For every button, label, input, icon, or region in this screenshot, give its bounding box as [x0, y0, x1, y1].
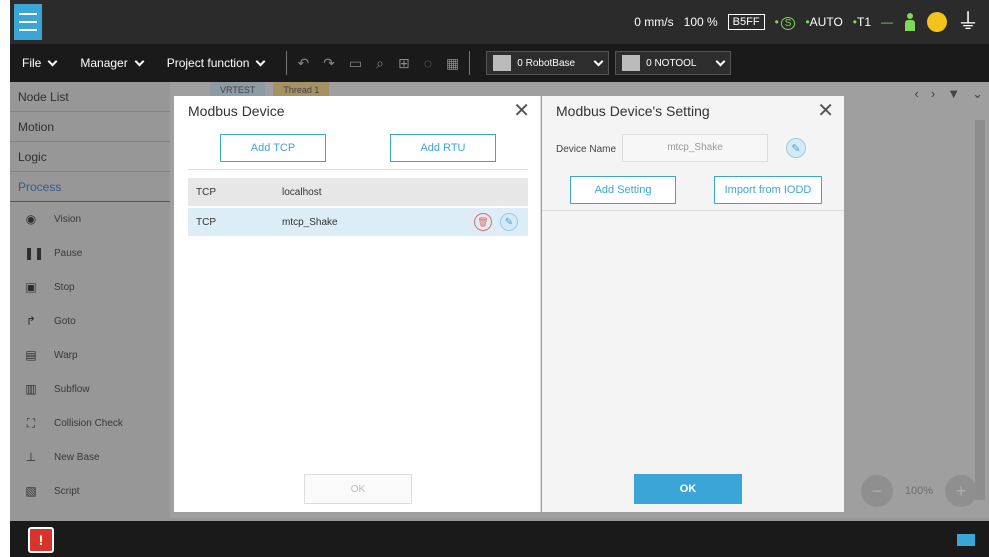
chevron-down-icon	[134, 56, 145, 66]
tool-icon	[622, 55, 641, 71]
undo-icon[interactable]: ↶	[297, 55, 309, 72]
chevron-down-icon	[47, 56, 58, 66]
modbus-device-title-bar: Modbus Device ✕	[174, 96, 540, 126]
mode-level-label: T1	[856, 15, 871, 29]
hamburger-line-icon	[19, 13, 37, 15]
chevron-down-icon	[255, 56, 266, 66]
menu-divider	[469, 51, 471, 75]
safety-status: • S	[775, 15, 796, 30]
chevron-down-icon	[593, 56, 604, 66]
power-plug-icon[interactable]: ⏚	[957, 7, 979, 37]
device-type: TCP	[196, 186, 216, 198]
divider	[188, 169, 528, 170]
chevron-down-icon	[715, 56, 725, 66]
delete-icon[interactable]: 🗑	[474, 213, 492, 231]
device-row[interactable]: TCP localhost	[188, 178, 528, 206]
divider	[542, 210, 844, 211]
dialog-title: Modbus Device	[188, 103, 285, 119]
hamburger-menu-button[interactable]	[14, 4, 42, 40]
ok-button-disabled[interactable]: OK	[304, 474, 412, 504]
add-tcp-button[interactable]: Add TCP	[220, 134, 326, 162]
menu-bar: File Manager Project function ↶ ↷ ▭ ⌕ ⊞ …	[10, 44, 989, 82]
speed-readout: 0 mm/s	[634, 15, 674, 29]
user-status-icon[interactable]	[903, 13, 917, 31]
menu-divider	[286, 51, 288, 75]
project-function-label: Project function	[166, 56, 250, 70]
grid-icon[interactable]: ▦	[446, 55, 459, 72]
mode-indicator: •AUTO	[805, 15, 842, 29]
alert-icon[interactable]: !	[28, 527, 54, 553]
file-menu[interactable]: File	[10, 56, 68, 70]
edit-pencil-icon[interactable]: ✎	[786, 138, 806, 158]
device-type: TCP	[196, 216, 216, 228]
outer-frame: 0 mm/s 100 % B5FF • S •AUTO •T1 — ⏚ File …	[0, 0, 989, 557]
ok-button[interactable]: OK	[634, 474, 742, 504]
search-icon[interactable]: ⌕	[376, 55, 384, 72]
manager-menu-label: Manager	[80, 56, 128, 70]
project-function-menu[interactable]: Project function	[155, 56, 277, 70]
manager-menu[interactable]: Manager	[68, 56, 154, 70]
close-icon[interactable]: ✕	[817, 101, 834, 121]
close-icon[interactable]: ✕	[513, 101, 530, 121]
tool-select-value: 0 NOTOOL	[646, 57, 697, 69]
status-code-badge: B5FF	[727, 14, 765, 30]
add-rtu-button[interactable]: Add RTU	[390, 134, 496, 162]
device-row-selected[interactable]: TCP mtcp_Shake 🗑 ✎	[188, 208, 528, 236]
add-setting-button[interactable]: Add Setting	[570, 176, 676, 204]
modbus-setting-dialog: Modbus Device's Setting ✕ Device Name mt…	[542, 96, 844, 512]
base-select-value: 0 RobotBase	[517, 57, 576, 69]
clear-icon[interactable]: ▭	[349, 55, 362, 72]
connection-line-icon: —	[881, 15, 893, 29]
base-icon	[493, 55, 512, 71]
status-indicators: 0 mm/s 100 % B5FF • S •AUTO •T1 — ⏚	[634, 0, 979, 44]
base-select[interactable]: 0 RobotBase	[486, 51, 610, 75]
setting-title-bar: Modbus Device's Setting ✕	[542, 96, 844, 126]
status-bar: 0 mm/s 100 % B5FF • S •AUTO •T1 — ⏚	[10, 0, 989, 44]
toolbar-icons: ↶ ↷ ▭ ⌕ ⊞ ◌ ▦	[297, 55, 459, 72]
dialog-title: Modbus Device's Setting	[556, 103, 710, 119]
add-node-icon[interactable]: ⊞	[398, 55, 410, 72]
robot-status-light-icon[interactable]	[927, 12, 947, 32]
tool-select[interactable]: 0 NOTOOL	[615, 51, 731, 75]
redo-icon[interactable]: ↷	[323, 55, 335, 72]
device-name-label: Device Name	[556, 144, 617, 155]
hamburger-line-icon	[19, 29, 37, 31]
device-name: localhost	[282, 186, 322, 198]
import-iodd-button[interactable]: Import from IODD	[714, 176, 822, 204]
hamburger-line-icon	[19, 21, 37, 23]
device-name-field[interactable]: mtcp_Shake	[622, 134, 768, 162]
comment-icon[interactable]: ◌	[424, 55, 432, 72]
edit-pencil-icon[interactable]: ✎	[500, 213, 518, 231]
safety-symbol: S	[780, 17, 796, 30]
keyboard-icon[interactable]	[957, 534, 975, 546]
file-menu-label: File	[22, 56, 42, 70]
device-name: mtcp_Shake	[282, 216, 338, 228]
bottom-bar: !	[10, 521, 989, 557]
mode-level-indicator: •T1	[853, 15, 871, 29]
mode-label: AUTO	[809, 15, 843, 29]
screen: 0 mm/s 100 % B5FF • S •AUTO •T1 — ⏚ File …	[10, 0, 989, 557]
modbus-device-dialog: Modbus Device ✕ Add TCP Add RTU TCP loca…	[174, 96, 541, 512]
speed-percent: 100 %	[683, 15, 718, 29]
